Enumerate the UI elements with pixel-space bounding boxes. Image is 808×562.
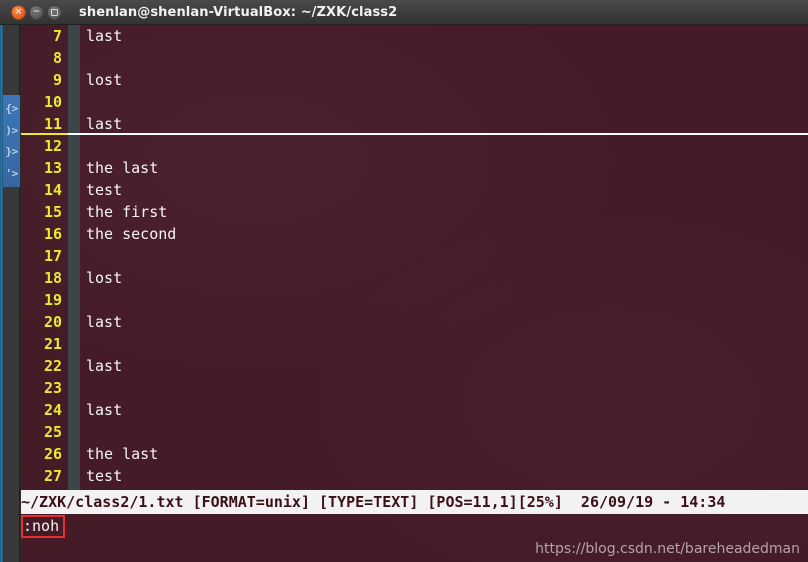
line-text: the first: [86, 203, 168, 221]
line-text: test: [86, 467, 123, 485]
line-fold-gap: [68, 399, 80, 421]
vim-command-line[interactable]: :noh: [21, 514, 808, 538]
line-fold-gap: [68, 465, 80, 487]
minimize-icon: −: [32, 6, 41, 17]
line-number: 20: [43, 313, 62, 331]
line-number: 13: [43, 159, 62, 177]
line-text: last: [86, 27, 123, 45]
line-text: lost: [86, 71, 123, 89]
editor-line[interactable]: 21: [21, 333, 808, 355]
line-number: 23: [43, 379, 62, 397]
line-text: lost: [86, 269, 123, 287]
line-fold-gap: [68, 47, 80, 69]
editor-line[interactable]: 23: [21, 377, 808, 399]
line-text: last: [86, 401, 123, 419]
editor-line[interactable]: 25: [21, 421, 808, 443]
line-fold-gap: [68, 157, 80, 179]
line-text: last: [86, 313, 123, 331]
line-fold-gap: [68, 311, 80, 333]
editor-line[interactable]: 8: [21, 47, 808, 69]
editor-line[interactable]: 7 last: [21, 25, 808, 47]
maximize-icon: [51, 8, 58, 16]
line-fold-gap: [68, 267, 80, 289]
editor-line[interactable]: 12: [21, 135, 808, 157]
line-number: 21: [43, 335, 62, 353]
editor-line[interactable]: 16 the second: [21, 223, 808, 245]
editor-line[interactable]: 13 the last: [21, 157, 808, 179]
launcher-glyph-0: {>: [5, 102, 18, 116]
maximize-button[interactable]: [47, 4, 62, 20]
line-number: 16: [43, 225, 62, 243]
line-fold-gap: [68, 69, 80, 91]
line-text: last: [80, 113, 122, 135]
line-text: the second: [86, 225, 177, 243]
command-text: :noh: [23, 517, 60, 535]
line-number: 9: [52, 71, 62, 89]
launcher-glyph-2: }>: [5, 145, 18, 159]
line-fold-gap: [68, 289, 80, 311]
editor-line[interactable]: 24 last: [21, 399, 808, 421]
window-controls: × −: [11, 4, 62, 20]
launcher-glyph-3: '>: [5, 166, 18, 180]
line-number: 25: [43, 423, 62, 441]
editor-line[interactable]: 26 the last: [21, 443, 808, 465]
line-number: 24: [43, 401, 62, 419]
line-text: the last: [86, 159, 159, 177]
editor-line[interactable]: 11 last: [21, 113, 808, 135]
line-fold-gap: [68, 421, 80, 443]
vim-lines: 7 last 8 9 lost 10 11 last 12 13 the last 14 test 15 t…: [21, 25, 808, 487]
editor-line[interactable]: 27 test: [21, 465, 808, 487]
line-fold-gap: [68, 355, 80, 377]
editor-line[interactable]: 10: [21, 91, 808, 113]
editor-line[interactable]: 22 last: [21, 355, 808, 377]
editor-line[interactable]: 15 the first: [21, 201, 808, 223]
line-text: the last: [86, 445, 159, 463]
line-number: 12: [43, 137, 62, 155]
editor-line[interactable]: 14 test: [21, 179, 808, 201]
line-number: 17: [43, 247, 62, 265]
vim-statusline: ~/ZXK/class2/1.txt [FORMAT=unix] [TYPE=T…: [21, 490, 808, 514]
line-number: 19: [43, 291, 62, 309]
screen: × − shenlan@shenlan-VirtualBox: ~/ZXK/cl…: [0, 0, 808, 562]
line-fold-gap: [68, 25, 80, 47]
line-number: 11: [21, 113, 68, 135]
line-fold-gap: [68, 223, 80, 245]
terminal-launcher-icon[interactable]: {> )> }> '>: [3, 95, 20, 187]
watermark: https://blog.csdn.net/bareheadedman: [535, 541, 800, 557]
line-number: 8: [52, 49, 62, 67]
line-fold-gap: [68, 91, 80, 113]
line-text: last: [86, 357, 123, 375]
launcher-glyph-1: )>: [5, 123, 18, 137]
line-fold-gap: [68, 113, 80, 135]
line-number: 10: [43, 93, 62, 111]
editor-line[interactable]: 17: [21, 245, 808, 267]
line-fold-gap: [68, 333, 80, 355]
editor-line[interactable]: 20 last: [21, 311, 808, 333]
vim-text-area[interactable]: 7 last 8 9 lost 10 11 last 12 13 the last 14 test 15 t…: [21, 25, 808, 490]
editor-line[interactable]: 18 lost: [21, 267, 808, 289]
line-number: 15: [43, 203, 62, 221]
line-number: 27: [43, 467, 62, 485]
line-number: 7: [52, 27, 62, 45]
window-titlebar: × − shenlan@shenlan-VirtualBox: ~/ZXK/cl…: [0, 0, 808, 25]
line-fold-gap: [68, 201, 80, 223]
window-title: shenlan@shenlan-VirtualBox: ~/ZXK/class2: [79, 4, 398, 20]
editor-line[interactable]: 9 lost: [21, 69, 808, 91]
close-button[interactable]: ×: [11, 4, 26, 20]
line-number: 26: [43, 445, 62, 463]
line-fold-gap: [68, 179, 80, 201]
line-text: test: [86, 181, 123, 199]
line-number: 18: [43, 269, 62, 287]
line-fold-gap: [68, 245, 80, 267]
line-number: 22: [43, 357, 62, 375]
line-number: 14: [43, 181, 62, 199]
line-fold-gap: [68, 135, 80, 157]
editor-line[interactable]: 19: [21, 289, 808, 311]
minimize-button[interactable]: −: [29, 4, 44, 20]
terminal-window[interactable]: 7 last 8 9 lost 10 11 last 12 13 the last 14 test 15 t…: [21, 25, 808, 562]
line-fold-gap: [68, 443, 80, 465]
close-icon: ×: [14, 6, 23, 17]
unity-launcher: {> )> }> '>: [0, 25, 20, 562]
line-fold-gap: [68, 377, 80, 399]
